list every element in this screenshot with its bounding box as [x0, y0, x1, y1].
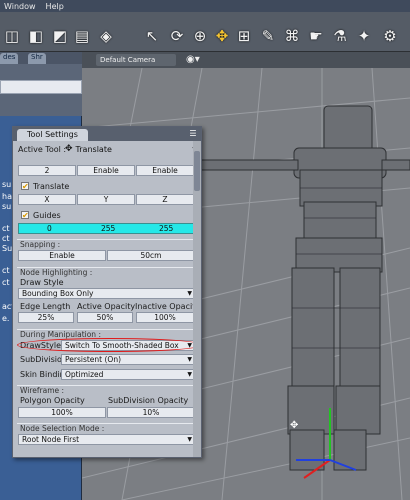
translate-icon[interactable]: ⊕: [190, 26, 210, 46]
draw-style-value: Bounding Box Only: [22, 289, 94, 298]
guides-checkbox[interactable]: ✔: [21, 211, 29, 220]
chevron-down-icon: ▼: [187, 342, 192, 349]
zoom-icon[interactable]: ⊞: [234, 26, 254, 46]
node-highlighting-section: Node Highlighting :: [17, 267, 197, 277]
guides-g: 255: [101, 224, 116, 233]
skin-binding-select[interactable]: Optimized ▼: [61, 369, 196, 380]
active-tool-select[interactable]: ✥ Translate ▼: [65, 143, 197, 155]
subdivision-opacity-label: SubDivision Opacity: [108, 396, 189, 405]
chevron-down-icon: ▼: [187, 371, 192, 378]
svg-text:✥: ✥: [290, 420, 298, 431]
active-opacity-field[interactable]: 50%: [77, 312, 133, 323]
drawstyle-select[interactable]: Switch To Smooth-Shaded Box ▼: [61, 340, 196, 351]
row1-enable-a[interactable]: Enable: [77, 165, 135, 176]
node-selection-select[interactable]: Root Node First ▼: [18, 434, 196, 445]
subdivision-select[interactable]: Persistent (On) ▼: [61, 354, 196, 365]
draw-style-select[interactable]: Bounding Box Only ▼: [18, 288, 196, 299]
tool-b-icon[interactable]: ◧: [26, 26, 46, 46]
panel-titlebar: Tool Settings ☰: [13, 127, 201, 141]
left-text-6: Su: [2, 244, 13, 253]
edge-length-field[interactable]: 25%: [18, 312, 74, 323]
tool-e-icon[interactable]: ◈: [96, 26, 116, 46]
snapping-enable[interactable]: Enable: [18, 250, 106, 261]
grab-icon[interactable]: ☛: [306, 26, 326, 46]
active-tool-label: Active Tool :: [18, 145, 67, 154]
translate-z[interactable]: Z: [136, 194, 194, 205]
left-panel-tabs: des Shr: [0, 52, 82, 64]
drawstyle-value: Switch To Smooth-Shaded Box: [65, 341, 179, 350]
tab-des[interactable]: des: [0, 53, 19, 64]
row1-value[interactable]: 2: [18, 165, 76, 176]
snapping-value[interactable]: 50cm: [107, 250, 195, 261]
edge-length-label: Edge Length: [20, 302, 71, 311]
rotate-icon[interactable]: ⟳: [167, 26, 187, 46]
subdivision-opacity-field[interactable]: 10%: [107, 407, 195, 418]
figure-model: [193, 105, 410, 471]
translate-y[interactable]: Y: [77, 194, 135, 205]
joint-icon[interactable]: ⚙: [380, 26, 400, 46]
camera-options-icon[interactable]: ◉▾: [186, 54, 200, 66]
bone-icon[interactable]: ✎: [258, 26, 278, 46]
translate-tool-icon: ✥: [65, 144, 73, 154]
pointer-icon[interactable]: ↖: [142, 26, 162, 46]
during-manipulation-section: During Manipulation :: [17, 329, 197, 339]
tool-c-icon[interactable]: ◩: [50, 26, 70, 46]
guides-label: Guides: [33, 211, 61, 220]
scroll-thumb[interactable]: [194, 151, 200, 191]
polygon-opacity-label: Polygon Opacity: [20, 396, 85, 405]
chevron-down-icon: ▼: [187, 436, 192, 443]
left-text-3: su: [2, 202, 12, 211]
polygon-opacity-field[interactable]: 100%: [18, 407, 106, 418]
draw-style-label: Draw Style: [20, 278, 64, 287]
wireframe-section: Wireframe :: [17, 385, 197, 395]
snapping-section: Snapping :: [17, 239, 197, 249]
panel-menu-icon[interactable]: ☰: [188, 129, 198, 138]
guides-r: 0: [47, 224, 52, 233]
move-icon[interactable]: ✥: [212, 26, 232, 46]
camera-bar: Default Camera ◉▾: [82, 52, 410, 68]
tool-settings-panel: Tool Settings ☰ Active Tool : ✥ Translat…: [12, 126, 202, 458]
tool-a-icon[interactable]: ◫: [2, 26, 22, 46]
translate-label: Translate: [33, 182, 70, 191]
guides-b: 255: [159, 224, 174, 233]
subdivision-label: SubDivision: [20, 355, 67, 364]
inactive-opacity-label: Inactive Opacity: [135, 302, 201, 311]
tool-d-icon[interactable]: ▤: [72, 26, 92, 46]
row1-enable-b[interactable]: Enable: [136, 165, 194, 176]
chevron-down-icon: ▼: [187, 356, 192, 363]
camera-select[interactable]: Default Camera: [96, 54, 176, 66]
active-tool-value: Translate: [75, 144, 112, 154]
translate-x[interactable]: X: [18, 194, 76, 205]
left-panel-input[interactable]: [0, 80, 82, 94]
menu-bar: Window Help: [0, 0, 410, 12]
inactive-opacity-field[interactable]: 100%: [136, 312, 194, 323]
menu-help[interactable]: Help: [46, 2, 64, 11]
toolbar: ↖ ⟳ ⊕ ✥ ⊞ ✎ ⌘ ☛ ⚗ ✦ ⚙ ◫ ◧ ◩ ▤ ◈: [0, 12, 410, 52]
subdivision-value: Persistent (On): [65, 355, 121, 364]
menu-window[interactable]: Window: [4, 2, 36, 11]
panel-scrollbar[interactable]: [193, 141, 201, 457]
guides-color-bar[interactable]: 0 255 255: [18, 223, 196, 234]
panel-title[interactable]: Tool Settings: [17, 129, 88, 141]
translate-checkbox[interactable]: ✔: [21, 182, 29, 191]
paint-icon[interactable]: ✦: [354, 26, 374, 46]
brush-icon[interactable]: ⌘: [282, 26, 302, 46]
tab-shr[interactable]: Shr: [28, 53, 46, 64]
chevron-down-icon: ▼: [187, 290, 192, 297]
drawstyle-label: DrawStyle: [20, 341, 61, 350]
skin-binding-value: Optimized: [65, 370, 104, 379]
left-text-1: su: [2, 180, 12, 189]
tube-icon[interactable]: ⚗: [330, 26, 350, 46]
node-selection-value: Root Node First: [22, 435, 80, 444]
node-selection-section: Node Selection Mode :: [17, 423, 197, 433]
active-opacity-label: Active Opacity: [77, 302, 136, 311]
